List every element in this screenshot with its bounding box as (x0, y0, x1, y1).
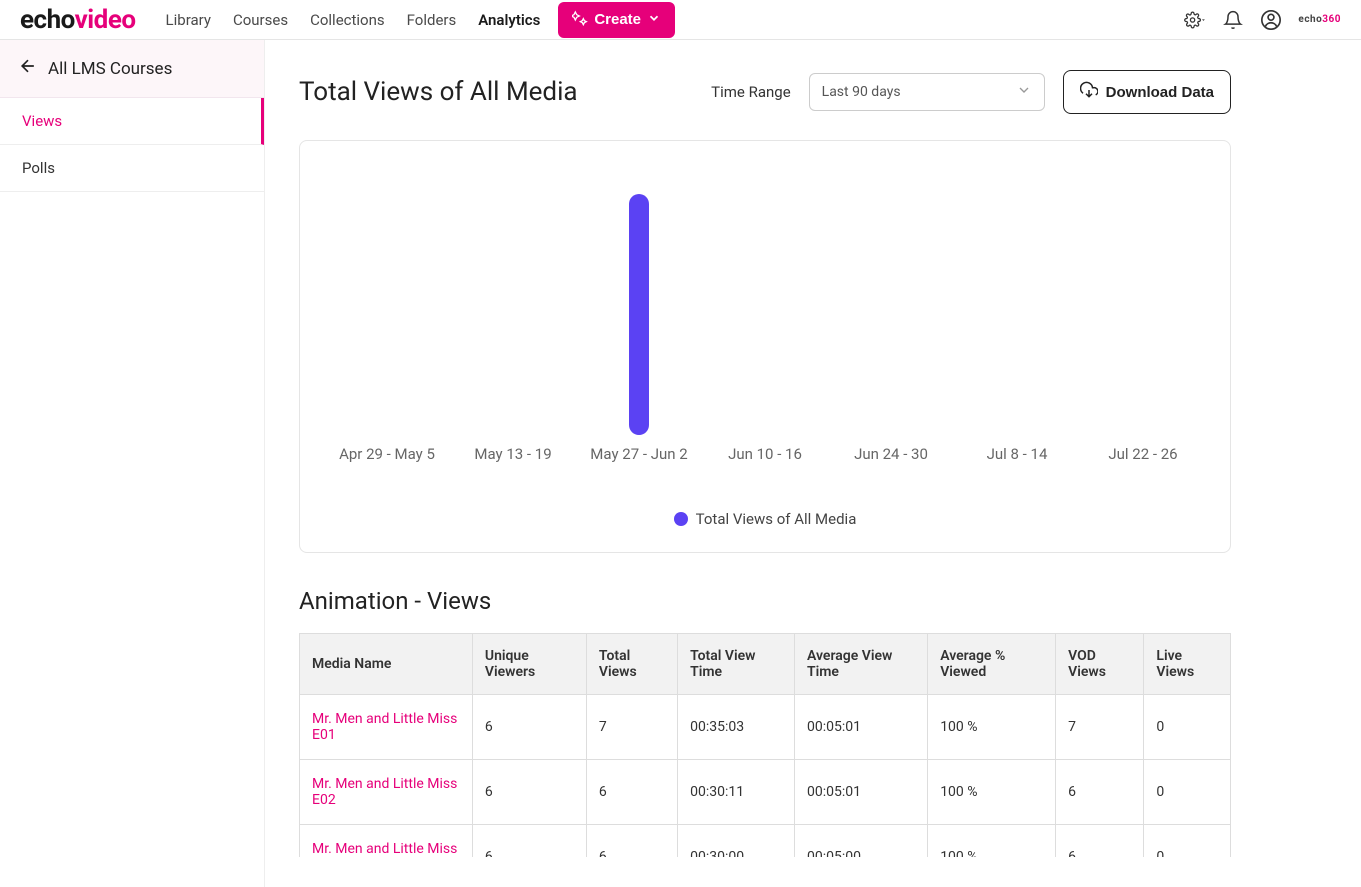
x-tick-label: Jun 24 - 30 (828, 445, 954, 463)
page-title: Total Views of All Media (299, 77, 693, 107)
table-title: Animation - Views (299, 587, 1231, 615)
x-tick-label: Jul 22 - 26 (1080, 445, 1206, 463)
table-header-cell[interactable]: Total View Time (678, 634, 795, 695)
media-name-cell[interactable]: Mr. Men and Little Miss E02 (300, 760, 473, 825)
bar-col (576, 194, 702, 435)
table-header-cell[interactable]: Total Views (586, 634, 677, 695)
nav-folders[interactable]: Folders (407, 11, 457, 29)
create-button[interactable]: Create (558, 2, 675, 38)
download-label: Download Data (1106, 84, 1214, 101)
logo-part2: video (75, 5, 136, 35)
table-cell: 6 (1056, 825, 1144, 858)
download-button[interactable]: Download Data (1063, 70, 1231, 114)
table-cell: 6 (472, 825, 586, 858)
table-header-cell[interactable]: Average % Viewed (928, 634, 1056, 695)
arrow-left-icon (18, 56, 38, 81)
table-cell: 6 (472, 760, 586, 825)
media-name-cell[interactable]: Mr. Men and Little Miss E03 (300, 825, 473, 858)
chart-xlabels: Apr 29 - May 5May 13 - 19May 27 - Jun 2J… (324, 445, 1206, 463)
gear-icon[interactable] (1184, 9, 1206, 31)
table-cell: 7 (1056, 695, 1144, 760)
logo[interactable]: echovideo (20, 5, 136, 35)
sidebar-back-label: All LMS Courses (48, 59, 172, 79)
download-icon (1080, 81, 1098, 103)
table-header-cell[interactable]: VOD Views (1056, 634, 1144, 695)
table-cell: 0 (1144, 825, 1231, 858)
select-value: Last 90 days (822, 84, 901, 100)
nav-library[interactable]: Library (166, 11, 211, 29)
table-header-cell[interactable]: Media Name (300, 634, 473, 695)
table-header-cell[interactable]: Live Views (1144, 634, 1231, 695)
table-header-cell[interactable]: Unique Viewers (472, 634, 586, 695)
table-cell: 00:35:03 (678, 695, 795, 760)
nav-collections[interactable]: Collections (310, 11, 385, 29)
table-cell: 00:05:01 (795, 760, 928, 825)
brand-small: echo360 (1298, 14, 1341, 25)
table-body: Mr. Men and Little Miss E016700:35:0300:… (300, 695, 1231, 858)
nav-analytics[interactable]: Analytics (478, 11, 540, 29)
table-cell: 0 (1144, 695, 1231, 760)
x-tick-label: Jul 8 - 14 (954, 445, 1080, 463)
logo-part1: echo (20, 5, 75, 35)
table-cell: 00:05:00 (795, 825, 928, 858)
table-header-cell[interactable]: Average View Time (795, 634, 928, 695)
chart-bars (324, 175, 1206, 435)
main-content: Total Views of All Media Time Range Last… (265, 40, 1265, 887)
table-cell: 6 (472, 695, 586, 760)
bar[interactable] (629, 194, 649, 435)
table-cell: 100 % (928, 695, 1056, 760)
time-range-select[interactable]: Last 90 days (809, 73, 1045, 111)
x-tick-label: Jun 10 - 16 (702, 445, 828, 463)
time-range-label: Time Range (711, 83, 791, 101)
chart-legend: Total Views of All Media (324, 510, 1206, 528)
magic-icon (572, 10, 588, 30)
table-cell: 100 % (928, 760, 1056, 825)
x-tick-label: Apr 29 - May 5 (324, 445, 450, 463)
table-cell: 6 (586, 825, 677, 858)
table-cell: 6 (1056, 760, 1144, 825)
chart-area: Apr 29 - May 5May 13 - 19May 27 - Jun 2J… (324, 175, 1206, 480)
views-table: Media NameUnique ViewersTotal ViewsTotal… (299, 633, 1231, 857)
table-cell: 00:05:01 (795, 695, 928, 760)
topbar-right: echo360 (1184, 9, 1341, 31)
media-name-cell[interactable]: Mr. Men and Little Miss E01 (300, 695, 473, 760)
table-row: Mr. Men and Little Miss E026600:30:1100:… (300, 760, 1231, 825)
table-cell: 0 (1144, 760, 1231, 825)
legend-label: Total Views of All Media (696, 510, 857, 528)
page-header: Total Views of All Media Time Range Last… (299, 70, 1231, 114)
sidebar-item-polls[interactable]: Polls (0, 145, 264, 192)
x-tick-label: May 13 - 19 (450, 445, 576, 463)
chevron-down-icon (647, 11, 661, 29)
sidebar: All LMS Courses Views Polls (0, 40, 265, 887)
table-row: Mr. Men and Little Miss E036600:30:0000:… (300, 825, 1231, 858)
table-cell: 00:30:11 (678, 760, 795, 825)
create-label: Create (594, 11, 641, 28)
chart-card: Apr 29 - May 5May 13 - 19May 27 - Jun 2J… (299, 140, 1231, 553)
nav-links: Library Courses Collections Folders Anal… (166, 11, 541, 29)
user-icon[interactable] (1260, 9, 1282, 31)
sidebar-back[interactable]: All LMS Courses (0, 40, 264, 98)
bell-icon[interactable] (1222, 9, 1244, 31)
nav-courses[interactable]: Courses (233, 11, 288, 29)
table-header-row: Media NameUnique ViewersTotal ViewsTotal… (300, 634, 1231, 695)
topbar: echovideo Library Courses Collections Fo… (0, 0, 1361, 40)
table-cell: 7 (586, 695, 677, 760)
table-wrapper: Media NameUnique ViewersTotal ViewsTotal… (299, 633, 1231, 857)
table-row: Mr. Men and Little Miss E016700:35:0300:… (300, 695, 1231, 760)
chevron-down-icon (1016, 82, 1032, 102)
legend-dot-icon (674, 512, 688, 526)
table-cell: 00:30:00 (678, 825, 795, 858)
table-cell: 100 % (928, 825, 1056, 858)
sidebar-item-views[interactable]: Views (0, 98, 264, 145)
x-tick-label: May 27 - Jun 2 (576, 445, 702, 463)
table-cell: 6 (586, 760, 677, 825)
